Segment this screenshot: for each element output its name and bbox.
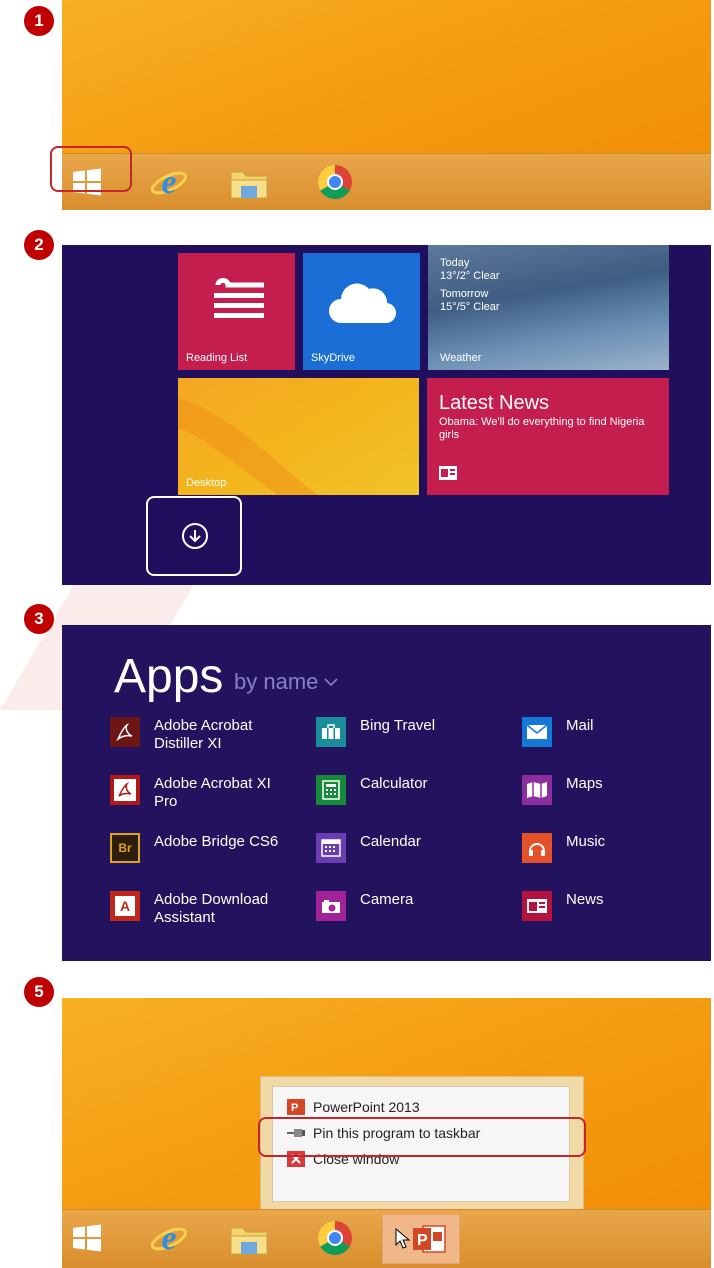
desktop-panel-1: e (62, 0, 711, 210)
internet-explorer-button[interactable]: e (146, 1216, 192, 1260)
calculator-icon (316, 775, 346, 805)
internet-explorer-icon: e (150, 164, 188, 201)
mail-icon (522, 717, 552, 747)
tile-label: Desktop (186, 477, 227, 489)
internet-explorer-icon: e (150, 1220, 188, 1257)
app-adobe-bridge[interactable]: Br Adobe Bridge CS6 (110, 833, 278, 863)
cloud-icon (329, 283, 397, 324)
music-icon (522, 833, 552, 863)
jump-list-app-item[interactable]: P PowerPoint 2013 (287, 1097, 420, 1117)
app-adobe-acrobat-pro[interactable]: Adobe Acrobat XI Pro (110, 775, 271, 811)
news-icon (439, 466, 457, 480)
maps-icon (522, 775, 552, 805)
desktop-panel-5: P PowerPoint 2013 Pin this program to ta… (62, 998, 711, 1268)
app-label: Pro (154, 793, 178, 810)
svg-text:e: e (161, 1220, 176, 1257)
bridge-icon: Br (110, 833, 140, 863)
app-adobe-acrobat-distiller[interactable]: Adobe Acrobat Distiller XI (110, 717, 252, 753)
app-label: Assistant (154, 909, 215, 926)
app-music[interactable]: Music (522, 833, 605, 863)
folder-icon (230, 1227, 268, 1255)
powerpoint-icon: P (413, 1225, 446, 1253)
internet-explorer-button[interactable]: e (146, 160, 192, 204)
powerpoint-icon: P (287, 1099, 305, 1115)
app-mail[interactable]: Mail (522, 717, 594, 747)
tile-weather[interactable]: Today 13°/2° Clear Tomorrow 15°/5° Clear… (428, 245, 669, 370)
reading-list-icon (214, 278, 264, 318)
taskbar: e P (62, 1209, 711, 1268)
taskbar: e (62, 153, 711, 210)
app-maps[interactable]: Maps (522, 775, 603, 805)
step-badge: 3 (24, 604, 54, 634)
apps-panel: Apps by name Adobe Acrobat Distiller XI A… (62, 625, 711, 961)
app-label: Adobe Download (154, 891, 269, 908)
svg-text:P: P (291, 1102, 298, 1114)
jump-list-app-label: PowerPoint 2013 (313, 1099, 420, 1115)
download-assistant-icon: A (110, 891, 140, 921)
tile-news[interactable]: Latest News Obama: We'll do everything t… (427, 378, 669, 495)
app-label: Calendar (360, 833, 421, 850)
app-label: Adobe Acrobat XI (154, 775, 271, 792)
svg-text:P: P (417, 1232, 428, 1249)
tile-label: SkyDrive (311, 352, 356, 364)
windows-logo-icon (73, 1224, 101, 1252)
app-label: Adobe Bridge CS6 (154, 833, 279, 850)
app-label: Bing Travel (360, 717, 436, 734)
news-icon (522, 891, 552, 921)
tile-label: Weather (440, 352, 482, 364)
chrome-icon (318, 165, 352, 199)
app-label: News (566, 891, 604, 908)
app-adobe-download-assistant[interactable]: A Adobe Download Assistant (110, 891, 268, 927)
app-label: Maps (566, 775, 603, 792)
app-label: Distiller XI (154, 735, 222, 752)
start-button-highlight (50, 146, 132, 192)
acrobat-distiller-icon (110, 717, 140, 747)
chrome-button[interactable] (312, 160, 358, 204)
start-button[interactable] (64, 1216, 110, 1260)
pin-item-highlight (258, 1117, 586, 1157)
calendar-icon (316, 833, 346, 863)
tile-skydrive[interactable]: SkyDrive (303, 253, 420, 370)
app-label: Music (566, 833, 606, 850)
acrobat-pro-icon (110, 775, 140, 805)
weather-tomorrow-label: Tomorrow (440, 288, 489, 300)
tile-label: Reading List (186, 352, 248, 364)
chevron-down-icon (324, 678, 338, 687)
chrome-button[interactable] (312, 1216, 358, 1260)
weather-today-temp: 13°/2° Clear (440, 270, 500, 282)
app-news[interactable]: News (522, 891, 604, 921)
sort-label: by name (234, 669, 319, 694)
app-camera[interactable]: Camera (316, 891, 413, 921)
tile-reading-list[interactable]: Reading List (178, 253, 295, 370)
sort-dropdown[interactable]: by name (234, 669, 338, 695)
weather-tomorrow-temp: 15°/5° Clear (440, 301, 500, 313)
step-badge: 1 (24, 6, 54, 36)
all-apps-highlight (146, 496, 242, 576)
suitcase-icon (316, 717, 346, 747)
camera-icon (316, 891, 346, 921)
app-label: Camera (360, 891, 414, 908)
news-title: Latest News (439, 392, 550, 414)
powerpoint-taskbar-button[interactable]: P (382, 1214, 460, 1264)
app-label: Calculator (360, 775, 428, 792)
tile-desktop[interactable]: Desktop (178, 378, 419, 495)
step-badge: 5 (24, 977, 54, 1007)
app-bing-travel[interactable]: Bing Travel (316, 717, 435, 747)
folder-icon (230, 171, 268, 199)
cursor-icon (395, 1228, 411, 1249)
app-calendar[interactable]: Calendar (316, 833, 421, 863)
app-calculator[interactable]: Calculator (316, 775, 428, 805)
app-label: Mail (566, 717, 594, 734)
chrome-icon (318, 1221, 352, 1255)
file-explorer-button[interactable] (226, 160, 272, 204)
apps-title: Apps (114, 650, 224, 703)
weather-today-label: Today (440, 257, 470, 269)
news-headline: Obama: We'll do everything to find Niger… (439, 416, 645, 441)
file-explorer-button[interactable] (226, 1216, 272, 1260)
svg-text:e: e (161, 164, 176, 201)
app-label: Adobe Acrobat (154, 717, 253, 734)
step-badge: 2 (24, 230, 54, 260)
